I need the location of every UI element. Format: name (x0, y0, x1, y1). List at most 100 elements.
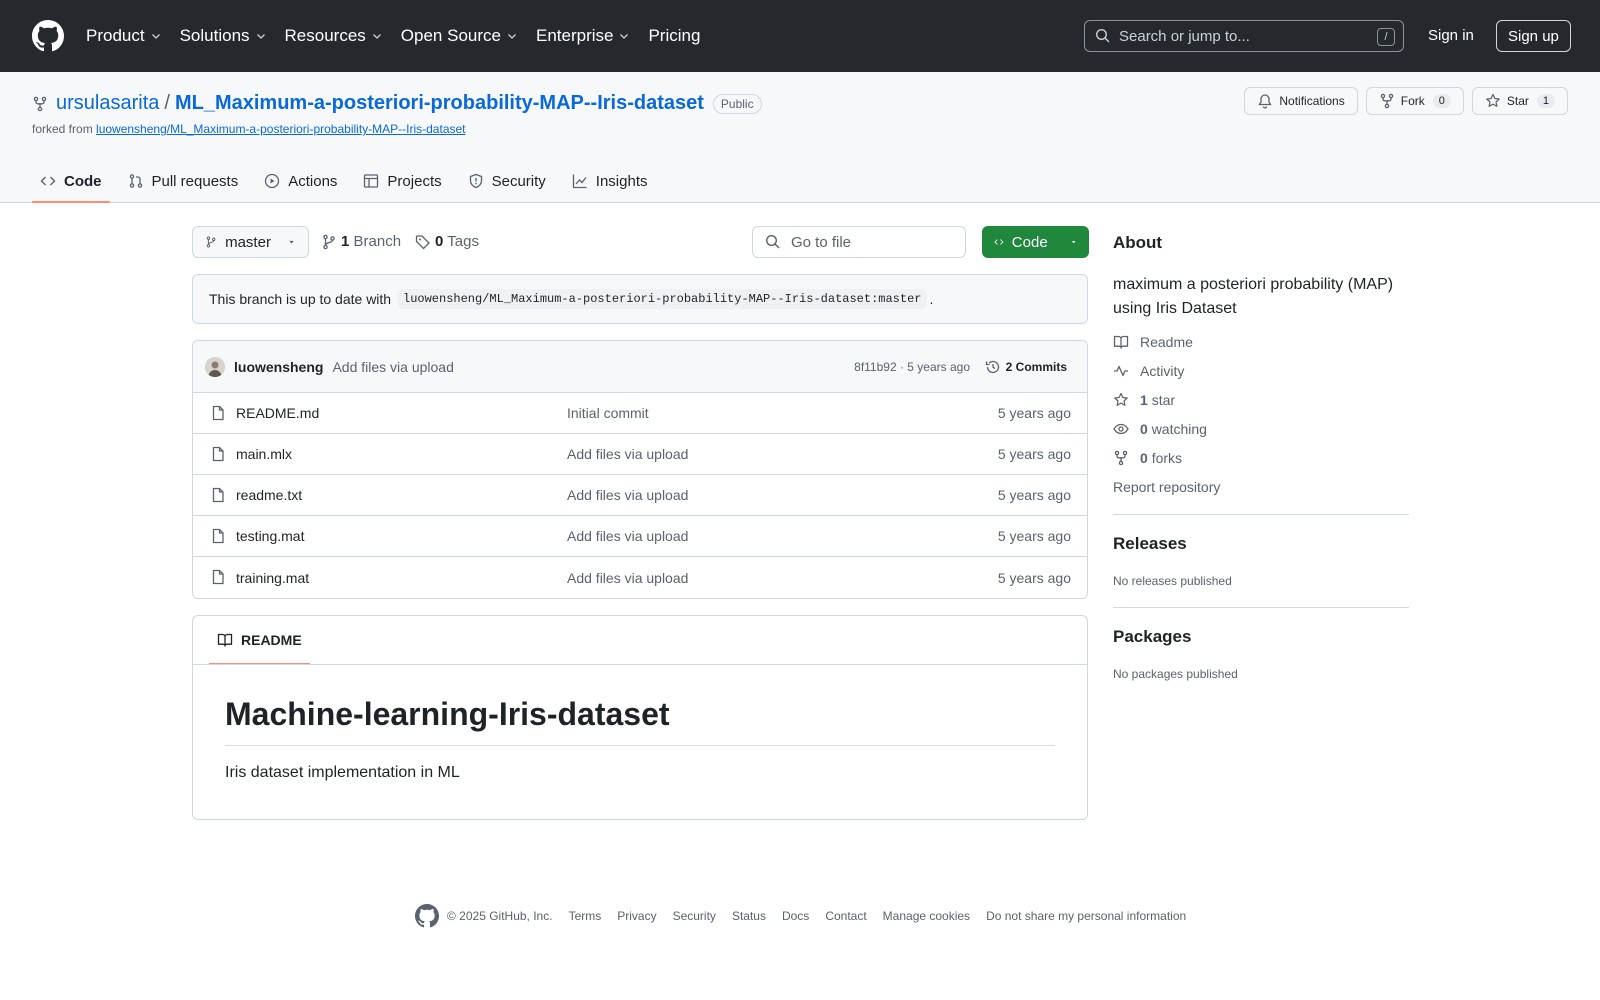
report-repository-link[interactable]: Report repository (1113, 479, 1409, 495)
file-age: 5 years ago (997, 446, 1071, 462)
file-row[interactable]: README.md Initial commit 5 years ago (193, 393, 1087, 434)
file-row[interactable]: training.mat Add files via upload 5 year… (193, 557, 1087, 598)
footer-link-security[interactable]: Security (673, 909, 716, 923)
nav-open-source[interactable]: Open Source (401, 26, 518, 46)
star-button[interactable]: Star 1 (1471, 87, 1568, 115)
commit-message[interactable]: Add files via upload (332, 359, 453, 375)
footer-link-contact[interactable]: Contact (825, 909, 866, 923)
commit-hash-time[interactable]: 8f11b92 · 5 years ago (854, 360, 970, 374)
releases-empty: No releases published (1113, 574, 1232, 588)
go-to-file-input[interactable]: Go to file (752, 226, 966, 258)
watching-count: 0 (1140, 421, 1148, 437)
fork-button[interactable]: Fork 0 (1365, 87, 1464, 115)
forked-from-link[interactable]: luowensheng/ML_Maximum-a-posteriori-prob… (96, 122, 465, 136)
tag-label: Tags (447, 233, 479, 250)
footer-link-status[interactable]: Status (732, 909, 766, 923)
branch-selector[interactable]: master (192, 226, 309, 258)
code-button-label: Code (1011, 233, 1048, 251)
file-name[interactable]: main.mlx (236, 446, 292, 462)
repo-owner-link[interactable]: ursulasarita (56, 92, 159, 115)
file-name[interactable]: training.mat (236, 570, 309, 586)
readme-link[interactable]: Readme (1113, 334, 1409, 350)
graph-icon (572, 174, 587, 189)
branch-status-text: This branch is up to date with (209, 291, 392, 307)
releases-heading[interactable]: Releases (1113, 534, 1409, 554)
github-logo-icon[interactable] (32, 20, 64, 52)
github-logo-icon[interactable] (415, 904, 439, 928)
avatar[interactable] (205, 356, 225, 377)
tab-insights-label: Insights (595, 172, 648, 190)
tab-actions[interactable]: Actions (256, 160, 345, 202)
stars-count: 1 (1140, 392, 1148, 408)
file-commit-message[interactable]: Initial commit (567, 405, 649, 421)
tab-pull-requests[interactable]: Pull requests (120, 160, 247, 202)
activity-link[interactable]: Activity (1113, 363, 1409, 379)
tab-insights[interactable]: Insights (564, 160, 656, 202)
sidebar-divider (1113, 514, 1409, 515)
commits-count: 2 Commits (1005, 359, 1067, 374)
table-icon (364, 174, 379, 188)
about-heading: About (1113, 233, 1163, 252)
search-icon (1095, 28, 1110, 43)
commits-link[interactable]: 2 Commits (985, 359, 1067, 375)
file-name[interactable]: testing.mat (236, 528, 304, 544)
pulse-icon (1114, 365, 1128, 377)
code-dropdown-button[interactable]: Code (982, 226, 1089, 258)
commit-author[interactable]: luowensheng (234, 359, 323, 375)
repo-separator: / (164, 92, 170, 114)
forks-link[interactable]: 0 forks (1113, 450, 1409, 466)
file-commit-message[interactable]: Add files via upload (567, 487, 688, 503)
chevron-down-icon (151, 34, 160, 39)
file-row[interactable]: readme.txt Add files via upload 5 years … (193, 475, 1087, 516)
upstream-ref[interactable]: luowensheng/ML_Maximum-a-posteriori-prob… (397, 289, 928, 309)
notifications-button[interactable]: Notifications (1244, 87, 1358, 115)
file-commit-message[interactable]: Add files via upload (567, 528, 688, 544)
book-icon (217, 633, 233, 647)
footer-link-docs[interactable]: Docs (782, 909, 809, 923)
search-input[interactable]: Search or jump to... / (1084, 20, 1404, 52)
tags-link[interactable]: 0 Tags (435, 233, 479, 250)
nav-resources[interactable]: Resources (285, 26, 383, 46)
watching-link[interactable]: 0 watching (1113, 421, 1409, 437)
footer-link-terms[interactable]: Terms (569, 909, 602, 923)
nav-product[interactable]: Product (86, 26, 162, 46)
sidebar-divider (1113, 607, 1409, 608)
footer-link-manage-cookies[interactable]: Manage cookies (883, 909, 970, 923)
tab-projects[interactable]: Projects (355, 160, 449, 202)
packages-heading[interactable]: Packages (1113, 627, 1409, 647)
branches-link[interactable]: 1 Branch (341, 233, 401, 250)
nav-pricing-label: Pricing (648, 26, 701, 45)
global-header: Product Solutions Resources Open Source … (0, 0, 1600, 72)
history-icon (985, 360, 999, 373)
file-icon (212, 569, 224, 585)
branch-status-banner: This branch is up to date with luowenshe… (192, 274, 1088, 324)
readme-tab[interactable]: README (209, 616, 310, 665)
fork-icon (1114, 450, 1128, 466)
file-icon (212, 528, 224, 544)
file-row[interactable]: main.mlx Add files via upload 5 years ag… (193, 434, 1087, 475)
footer-link-privacy[interactable]: Privacy (617, 909, 656, 923)
file-name[interactable]: README.md (236, 405, 319, 421)
file-name[interactable]: readme.txt (236, 487, 302, 503)
play-circle-icon (265, 173, 280, 189)
readme-body: Iris dataset implementation in ML (225, 764, 460, 781)
tab-security[interactable]: Security (460, 160, 554, 202)
branch-name: master (225, 233, 271, 251)
sign-up-button[interactable]: Sign up (1496, 20, 1571, 52)
repo-name-link[interactable]: ML_Maximum-a-posteriori-probability-MAP-… (175, 92, 704, 115)
packages-empty: No packages published (1113, 667, 1238, 681)
visibility-badge: Public (712, 93, 762, 114)
nav-solutions[interactable]: Solutions (180, 26, 267, 46)
sign-in-link[interactable]: Sign in (1428, 27, 1474, 44)
nav-pricing[interactable]: Pricing (648, 26, 700, 46)
footer-copyright: © 2025 GitHub, Inc. (447, 909, 553, 923)
file-row[interactable]: testing.mat Add files via upload 5 years… (193, 516, 1087, 557)
fork-icon (1380, 93, 1393, 109)
file-commit-message[interactable]: Add files via upload (567, 446, 688, 462)
tab-code[interactable]: Code (32, 160, 110, 203)
stars-link[interactable]: 1 star (1113, 392, 1409, 408)
file-commit-message[interactable]: Add files via upload (567, 570, 688, 586)
footer-link-do-not-share[interactable]: Do not share my personal information (986, 909, 1186, 923)
nav-enterprise[interactable]: Enterprise (536, 26, 630, 46)
search-shortcut-key: / (1377, 28, 1395, 46)
